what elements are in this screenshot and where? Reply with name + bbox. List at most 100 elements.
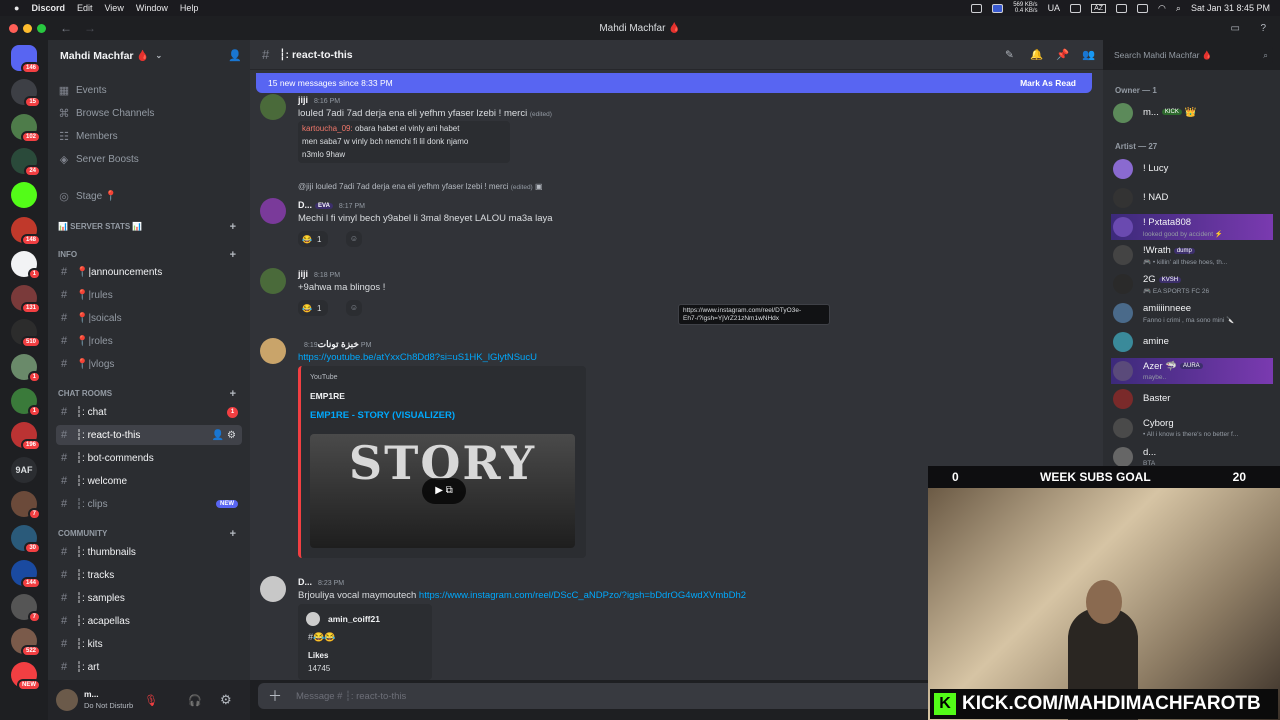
video-thumbnail[interactable]: STORY ▶ ⧉ xyxy=(310,434,575,548)
channel-community-item[interactable]: # ┆: samples xyxy=(56,588,242,608)
server-icon[interactable] xyxy=(11,182,37,209)
sidebar-item-browse-channels[interactable]: ⌘ Browse Channels xyxy=(56,103,242,123)
server-icon[interactable]: 9AF xyxy=(11,456,37,483)
channel-info-item[interactable]: # 📍|vlogs xyxy=(56,354,242,374)
apple-icon[interactable]: ● xyxy=(14,3,19,13)
member-item[interactable]: Baster xyxy=(1111,386,1273,412)
sidebar-item-members[interactable]: ☷ Members xyxy=(56,126,242,146)
search-input[interactable]: Search Mahdi Machfar 🩸 ⌕ xyxy=(1108,46,1273,64)
channel-stage[interactable]: ◎ Stage 📍 xyxy=(56,186,242,206)
server-header[interactable]: Mahdi Machfar 🩸 ⌄ 👤 xyxy=(48,40,250,70)
channel-chat-item[interactable]: # ┆: bot-commends xyxy=(56,448,242,468)
play-button-icon[interactable]: ▶ ⧉ xyxy=(422,478,466,504)
server-icon[interactable]: 7 xyxy=(11,593,41,623)
add-reaction-icon[interactable]: ☺ xyxy=(346,231,362,247)
server-icon[interactable]: 148 xyxy=(11,216,41,246)
embed-title[interactable]: EMP1RE - STORY (VISUALIZER) xyxy=(310,410,455,421)
server-icon[interactable]: 522 xyxy=(11,628,41,658)
member-item[interactable]: !Wrath dump 🎮 • killin' all these hoes, th… xyxy=(1111,242,1273,268)
message-author[interactable]: خبزة تونات8:19 PM xyxy=(298,339,371,350)
channel-community-item[interactable]: # ┆: tracks xyxy=(56,565,242,585)
channel-community-item[interactable]: # ┆: acapellas xyxy=(56,611,242,631)
help-icon[interactable]: ? xyxy=(1260,23,1266,34)
server-icon[interactable]: 510 xyxy=(11,319,41,349)
volume-icon[interactable] xyxy=(1116,3,1128,13)
composer-placeholder[interactable]: Message # ┆: react-to-this xyxy=(296,691,406,702)
avatar[interactable] xyxy=(260,268,286,294)
tray-icon[interactable] xyxy=(992,3,1004,13)
member-item[interactable]: ! NAD xyxy=(1111,185,1273,211)
search-icon[interactable]: ⌕ xyxy=(1176,3,1181,14)
message-author[interactable]: jiji 8:16 PM xyxy=(298,95,340,105)
category-chat-rooms[interactable]: CHAT ROOMS + xyxy=(58,388,240,400)
tray-icon[interactable] xyxy=(971,3,983,13)
channel-info-item[interactable]: # 📍|roles xyxy=(56,331,242,351)
threads-icon[interactable]: ✎ xyxy=(1005,49,1014,61)
menu-view[interactable]: View xyxy=(104,3,123,13)
member-item[interactable]: Cyborg • All i know is there's no better … xyxy=(1111,415,1273,441)
avatar[interactable] xyxy=(260,338,286,364)
deafen-icon[interactable]: 🎧 xyxy=(188,694,202,707)
channel-settings-icon[interactable]: 👤 ⚙ xyxy=(212,430,236,441)
message-author[interactable]: D... EVA 8:17 PM xyxy=(298,200,365,210)
avatar[interactable] xyxy=(260,94,286,120)
channel-community-item[interactable]: # ┆: art xyxy=(56,657,242,677)
server-icon[interactable]: 131 xyxy=(11,285,41,315)
chevron-down-icon[interactable]: ⌄ xyxy=(156,51,163,60)
add-channel-icon[interactable]: + xyxy=(230,528,236,540)
menu-app[interactable]: Discord xyxy=(31,3,65,13)
channel-info-item[interactable]: # 📍|soicals xyxy=(56,308,242,328)
server-icon[interactable]: 102 xyxy=(11,113,41,143)
new-messages-bar[interactable]: 15 new messages since 8:33 PM Mark As Re… xyxy=(256,73,1092,93)
category-info[interactable]: INFO + xyxy=(58,249,240,261)
settings-gear-icon[interactable]: ⚙ xyxy=(220,692,232,708)
clock[interactable]: Sat Jan 31 8:45 PM xyxy=(1191,3,1270,13)
server-name[interactable]: Mahdi Machfar 🩸 xyxy=(60,49,150,62)
server-icon[interactable]: 1 xyxy=(11,388,41,417)
mark-as-read-button[interactable]: Mark As Read xyxy=(1020,78,1076,88)
sidebar-item-events[interactable]: ▦ Events xyxy=(56,80,242,100)
channel-community-item[interactable]: # ┆: thumbnails xyxy=(56,542,242,562)
server-icon[interactable]: 15 xyxy=(11,79,41,109)
channel-chat-item[interactable]: # ┆: chat 1 xyxy=(56,402,242,422)
user-name[interactable]: m... xyxy=(84,689,133,700)
server-icon[interactable]: 24 xyxy=(11,147,41,177)
server-icon[interactable]: NEW xyxy=(11,662,41,692)
avatar[interactable] xyxy=(260,576,286,602)
channel-community-item[interactable]: # ┆: kits xyxy=(56,634,242,654)
invite-icon[interactable]: 👤 xyxy=(228,49,242,62)
server-icon[interactable]: 1 xyxy=(11,353,41,383)
server-icon[interactable]: 1 xyxy=(11,250,41,280)
server-icon[interactable]: 7 xyxy=(11,490,41,520)
menu-edit[interactable]: Edit xyxy=(77,3,93,13)
category-community[interactable]: COMMUNITY + xyxy=(58,528,240,540)
avatar[interactable] xyxy=(260,198,286,224)
server-icon[interactable]: 146 xyxy=(11,45,41,74)
menu-window[interactable]: Window xyxy=(136,3,168,13)
embed-author[interactable]: amin_coiff21 xyxy=(328,614,380,624)
server-icon[interactable]: 196 xyxy=(11,422,41,452)
az-indicator[interactable]: AZ xyxy=(1091,3,1107,13)
reply-reference[interactable]: @jiji louled 7adi 7ad derja ena eli yefh… xyxy=(298,182,543,191)
wifi-icon[interactable]: ◠ xyxy=(1158,3,1166,14)
instagram-link[interactable]: https://www.instagram.com/reel/DScC_aNDP… xyxy=(419,590,746,601)
input-source[interactable]: UA xyxy=(1048,3,1061,13)
reaction[interactable]: 😂 1 xyxy=(298,300,328,316)
channel-info-item[interactable]: # 📍|announcements xyxy=(56,262,242,282)
server-icon[interactable]: 144 xyxy=(11,559,41,589)
embed-author[interactable]: EMP1RE xyxy=(310,391,345,401)
member-owner[interactable]: m... KICK 👑 xyxy=(1111,100,1273,126)
plus-icon[interactable]: ＋ xyxy=(268,686,282,706)
channel-chat-item[interactable]: # ┆: welcome xyxy=(56,471,242,491)
member-item[interactable]: 2G KVSH 🎮 EA SPORTS FC 26 xyxy=(1111,271,1273,297)
menu-help[interactable]: Help xyxy=(180,3,199,13)
mic-muted-icon[interactable]: 🎙 xyxy=(144,694,158,707)
member-item[interactable]: amiiiinneee Fanno i crimi , ma sono mini … xyxy=(1111,300,1273,326)
pin-icon[interactable]: 📌 xyxy=(1056,48,1069,61)
category-server-stats[interactable]: 📊 SERVER STATS 📊 + xyxy=(58,221,240,233)
message-link[interactable]: https://youtube.be/atYxxCh8Dd8?si=uS1HK_… xyxy=(298,352,537,363)
channel-chat-item[interactable]: # ┆: react-to-this 👤 ⚙ xyxy=(56,425,242,445)
member-list-icon[interactable]: 👥 xyxy=(1082,48,1095,61)
sidebar-item-server-boosts[interactable]: ◈ Server Boosts xyxy=(56,149,242,169)
add-channel-icon[interactable]: + xyxy=(230,388,236,400)
